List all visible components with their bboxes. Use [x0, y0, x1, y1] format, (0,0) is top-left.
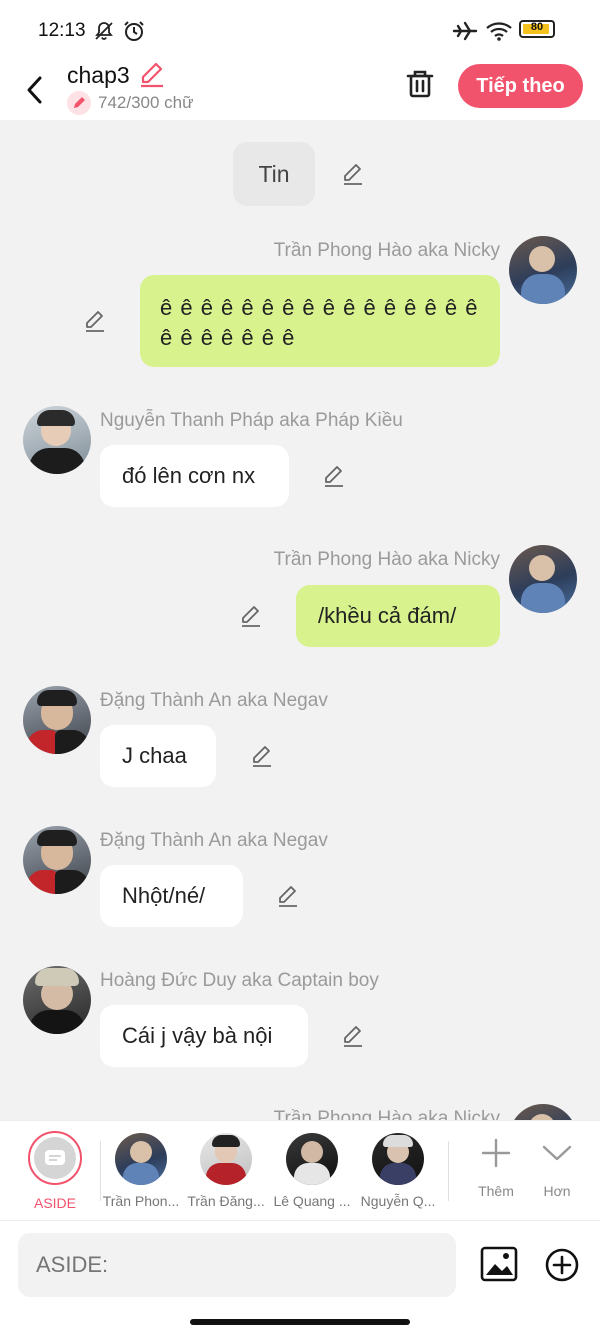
- sender-name: Nguyễn Thanh Pháp aka Pháp Kiều: [100, 410, 403, 431]
- avatar[interactable]: [23, 966, 91, 1034]
- message-bubble[interactable]: J chaa: [100, 725, 216, 787]
- muted-bell-icon: [95, 22, 113, 40]
- clock: 12:13: [38, 20, 86, 41]
- status-bar: 12:13 80: [0, 0, 600, 60]
- add-circle-icon[interactable]: [544, 1247, 580, 1283]
- avatar[interactable]: [509, 545, 577, 613]
- alarm-icon: [124, 21, 144, 41]
- character-name[interactable]: Trần Phon...: [96, 1193, 186, 1209]
- pencil-icon: [74, 97, 85, 108]
- app-header: chap3 742/300 chữ Tiếp theo: [0, 60, 600, 120]
- character-avatar[interactable]: [286, 1133, 338, 1185]
- message-bubble[interactable]: đó lên cơn nx: [100, 445, 289, 507]
- chevron-down-icon[interactable]: [541, 1139, 573, 1165]
- battery-level: 80: [530, 21, 544, 33]
- avatar[interactable]: [23, 826, 91, 894]
- divider: [100, 1141, 101, 1201]
- character-name[interactable]: Lê Quang ...: [267, 1193, 357, 1209]
- chat-area[interactable]: Tin Trần Phong Hào aka Nicky ê ê ê ê ê ê…: [0, 120, 600, 1120]
- aside-selector[interactable]: [28, 1131, 82, 1185]
- trash-icon[interactable]: [404, 66, 436, 102]
- message-bubble[interactable]: Cái j vậy bà nội: [100, 1005, 308, 1067]
- sender-name: Trần Phong Hào aka Nicky: [273, 1108, 500, 1120]
- edit-message-icon[interactable]: [341, 162, 365, 186]
- message-bubble[interactable]: Nhột/né/: [100, 865, 243, 927]
- aside-avatar: [34, 1137, 76, 1179]
- character-avatar[interactable]: [200, 1133, 252, 1185]
- home-indicator: [190, 1319, 410, 1325]
- avatar[interactable]: [23, 686, 91, 754]
- sender-name: Đặng Thành An aka Negav: [100, 830, 328, 851]
- edit-title-icon[interactable]: [139, 62, 165, 88]
- airplane-icon: [452, 21, 478, 41]
- next-button[interactable]: Tiếp theo: [458, 64, 583, 108]
- sender-name: Trần Phong Hào aka Nicky: [273, 240, 500, 261]
- word-count: 742/300 chữ: [98, 93, 194, 112]
- sender-name: Trần Phong Hào aka Nicky: [273, 549, 500, 570]
- character-name[interactable]: Nguyễn Q...: [353, 1193, 443, 1209]
- sender-name: Đặng Thành An aka Negav: [100, 690, 328, 711]
- character-name[interactable]: Trần Đăng...: [181, 1193, 271, 1209]
- character-bar: ASIDE Trần Phon... Trần Đăng... Lê Quang…: [0, 1120, 600, 1220]
- avatar[interactable]: [23, 406, 91, 474]
- edit-message-icon[interactable]: [250, 744, 274, 768]
- edit-message-icon[interactable]: [239, 604, 263, 628]
- avatar[interactable]: [509, 236, 577, 304]
- word-count-badge: [67, 91, 91, 115]
- sender-name: Hoàng Đức Duy aka Captain boy: [100, 970, 379, 991]
- edit-message-icon[interactable]: [83, 309, 107, 333]
- image-icon[interactable]: [478, 1243, 520, 1285]
- expand-label[interactable]: Hơn: [527, 1183, 587, 1199]
- input-bar: [0, 1220, 600, 1333]
- aside-label: ASIDE: [33, 1195, 76, 1211]
- message-bubble[interactable]: ê ê ê ê ê ê ê ê ê ê ê ê ê ê ê ê ê ê ê ê …: [140, 275, 500, 367]
- aside-bubble[interactable]: Tin: [233, 142, 315, 206]
- wifi-icon: [486, 22, 512, 41]
- character-avatar[interactable]: [372, 1133, 424, 1185]
- edit-message-icon[interactable]: [341, 1024, 365, 1048]
- edit-message-icon[interactable]: [276, 884, 300, 908]
- message-input[interactable]: [18, 1233, 456, 1297]
- avatar[interactable]: [509, 1104, 577, 1120]
- chat-bubble-icon: [45, 1150, 65, 1165]
- message-bubble[interactable]: /khều cả đám/: [296, 585, 500, 647]
- divider: [448, 1141, 449, 1201]
- back-arrow-icon[interactable]: [20, 68, 50, 108]
- edit-message-icon[interactable]: [322, 464, 346, 488]
- more-label[interactable]: Thêm: [466, 1183, 526, 1199]
- plus-icon[interactable]: [480, 1137, 512, 1169]
- chapter-title[interactable]: chap3: [67, 62, 130, 89]
- battery-icon: 80: [519, 20, 555, 38]
- character-avatar[interactable]: [115, 1133, 167, 1185]
